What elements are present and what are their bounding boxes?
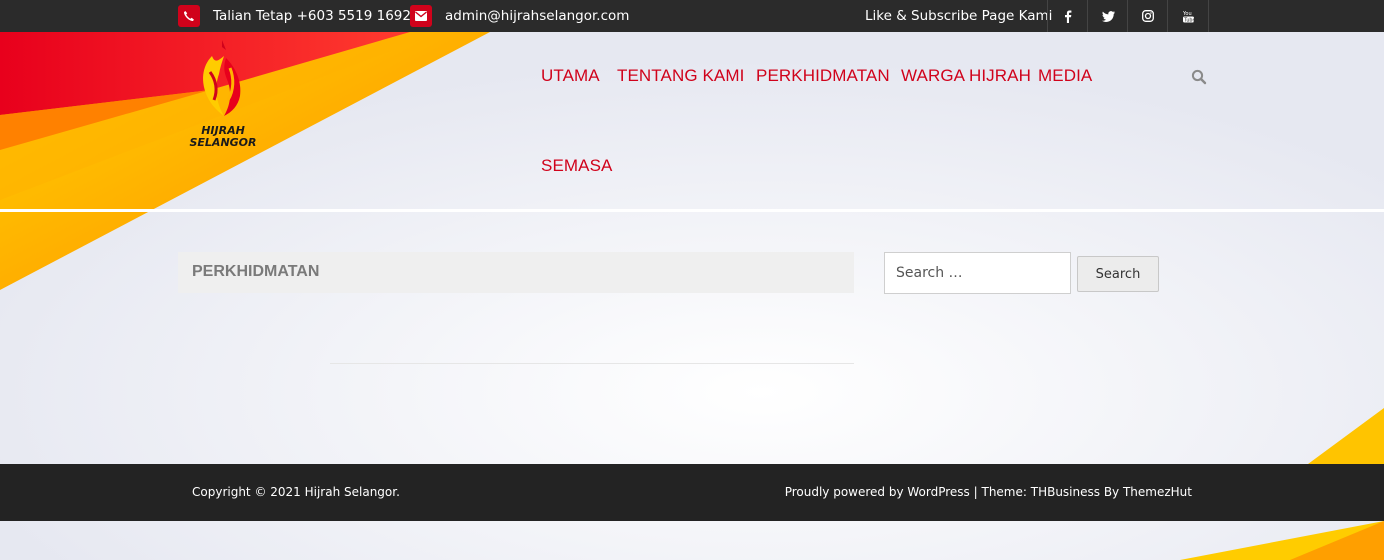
follow-text: Like & Subscribe Page Kami (865, 8, 1053, 24)
email-link[interactable]: admin@hijrahselangor.com (445, 8, 629, 24)
twitter-icon[interactable] (1087, 0, 1128, 32)
svg-text:You: You (1183, 11, 1192, 17)
instagram-icon[interactable] (1127, 0, 1168, 32)
nav-item-semasa[interactable]: SEMASA (541, 156, 612, 176)
logo-text-selangor: SELANGOR (189, 136, 256, 148)
nav-item-tentang-kami[interactable]: TENTANG KAMI (617, 66, 744, 86)
site-logo[interactable]: HIJRAH SELANGOR (186, 38, 260, 149)
nav-item-perkhidmatan[interactable]: PERKHIDMATAN (756, 66, 890, 86)
credit-text[interactable]: Proudly powered by WordPress | Theme: TH… (785, 485, 1192, 499)
youtube-icon[interactable]: You Tube (1167, 0, 1209, 32)
phone-contact: Talian Tetap +603 5519 1692 (178, 0, 411, 32)
page-title: PERKHIDMATAN (192, 263, 320, 280)
envelope-icon (410, 5, 432, 27)
phone-text: Talian Tetap +603 5519 1692 (213, 8, 411, 24)
content-divider (330, 363, 854, 364)
nav-item-media[interactable]: MEDIA (1038, 66, 1092, 86)
copyright-text: Copyright © 2021 Hijrah Selangor. (192, 485, 400, 499)
site-footer: Copyright © 2021 Hijrah Selangor. Proudl… (0, 464, 1384, 521)
svg-text:Tube: Tube (1183, 17, 1194, 23)
phone-icon (178, 5, 200, 27)
facebook-icon[interactable] (1047, 0, 1088, 32)
logo-mark: HIJRAH SELANGOR (189, 40, 257, 149)
search-icon[interactable] (1191, 69, 1207, 89)
search-button[interactable]: Search (1077, 256, 1159, 292)
nav-item-utama[interactable]: UTAMA (541, 66, 600, 86)
search-input[interactable] (884, 252, 1071, 294)
header-divider (0, 209, 1384, 212)
page-title-bar: PERKHIDMATAN (178, 252, 854, 293)
email-contact[interactable]: admin@hijrahselangor.com (410, 0, 629, 32)
nav-item-warga-hijrah[interactable]: WARGA HIJRAH (901, 66, 1031, 86)
top-bar: Talian Tetap +603 5519 1692 admin@hijrah… (0, 0, 1384, 32)
